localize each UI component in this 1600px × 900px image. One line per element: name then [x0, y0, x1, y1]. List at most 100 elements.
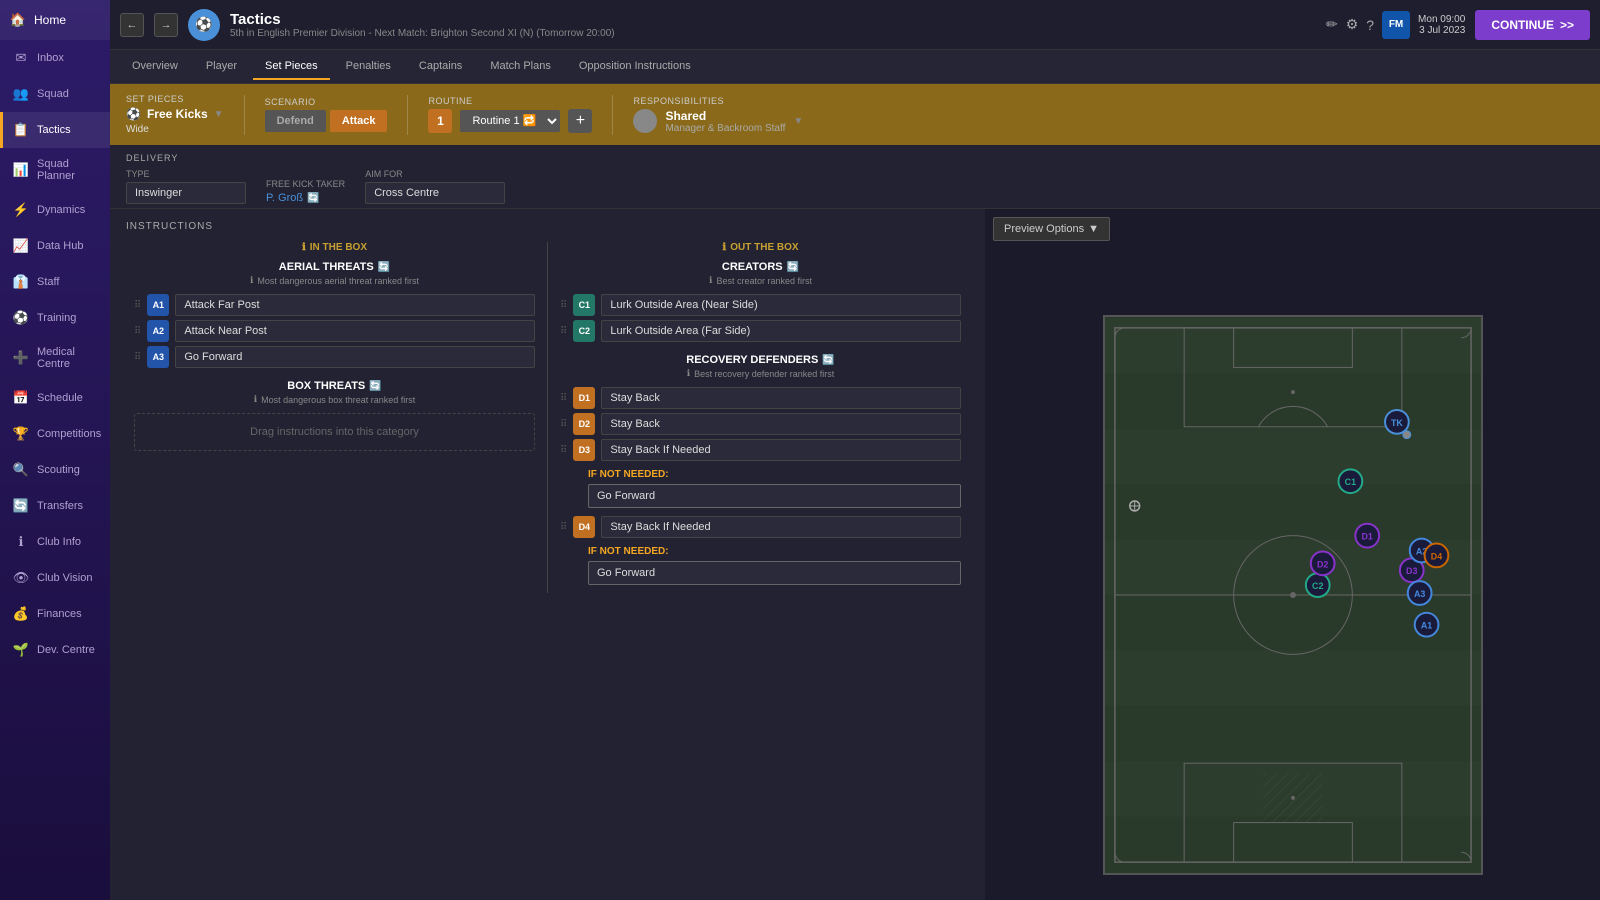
help-icon[interactable]: ⚙ [1346, 16, 1359, 33]
sidebar-item-club-vision[interactable]: 👁 Club Vision [0, 560, 110, 596]
scenario-attack-button[interactable]: Attack [330, 110, 388, 132]
info-icon[interactable]: ? [1366, 17, 1374, 33]
sidebar-staff-label: Staff [37, 276, 59, 288]
datetime-display: Mon 09:00 3 Jul 2023 [1418, 14, 1465, 36]
aerial-select-a2[interactable]: Attack Near Post [175, 320, 535, 342]
drag-handle-d3[interactable]: ⠿ [560, 445, 567, 456]
delivery-type-field: TYPE Inswinger [126, 169, 246, 204]
drag-handle-d2[interactable]: ⠿ [560, 419, 567, 430]
nav-back-button[interactable]: ← [120, 13, 144, 37]
tab-set-pieces[interactable]: Set Pieces [253, 54, 330, 80]
delivery-taker-value: P. Groß 🔄 [266, 192, 345, 204]
aerial-select-a1[interactable]: Attack Far Post [175, 294, 535, 316]
sidebar-dev-centre-label: Dev. Centre [37, 644, 95, 656]
sidebar-transfers-label: Transfers [37, 500, 83, 512]
sidebar-item-transfers[interactable]: 🔄 Transfers [0, 488, 110, 524]
drag-handle-d1[interactable]: ⠿ [560, 393, 567, 404]
sidebar-item-data-hub[interactable]: 📈 Data Hub [0, 228, 110, 264]
responsibilities-sub: Manager & Backroom Staff [665, 123, 785, 134]
sidebar-item-staff[interactable]: 👔 Staff [0, 264, 110, 300]
sidebar-item-dynamics[interactable]: ⚡ Dynamics [0, 192, 110, 228]
sidebar-dynamics-label: Dynamics [37, 204, 85, 216]
delivery-type-select[interactable]: Inswinger [126, 182, 246, 204]
badge-c2: C2 [573, 320, 595, 342]
drag-handle-c2[interactable]: ⠿ [560, 326, 567, 337]
sidebar-item-competitions[interactable]: 🏆 Competitions [0, 416, 110, 452]
svg-text:TK: TK [1390, 418, 1402, 428]
aerial-select-a3[interactable]: Go Forward [175, 346, 535, 368]
fm-badge: FM [1382, 11, 1410, 39]
topbar-icons: ✏ ⚙ ? FM Mon 09:00 3 Jul 2023 [1326, 11, 1465, 39]
club-info-icon: ℹ [13, 534, 29, 550]
if-not-select-d3[interactable]: Go Forward [588, 484, 961, 508]
scenario-defend-button[interactable]: Defend [265, 110, 326, 132]
set-pieces-section: SET PIECES ⚽ Free Kicks ▼ Wide [126, 94, 224, 135]
drag-handle-a2[interactable]: ⠿ [134, 326, 141, 337]
if-not-select-d4[interactable]: Go Forward [588, 561, 961, 585]
refresh-icon[interactable]: 🔄 [307, 193, 319, 204]
free-kicks-chevron[interactable]: ▼ [214, 109, 224, 120]
sidebar-item-schedule[interactable]: 📅 Schedule [0, 380, 110, 416]
free-kick-icon: ⚽ [126, 107, 141, 121]
sidebar-item-training[interactable]: ⚽ Training [0, 300, 110, 336]
out-box-header: ℹ OUT THE BOX [560, 242, 961, 253]
recovery-subtitle: ℹ Best recovery defender ranked first [560, 368, 961, 379]
creator-select-c2[interactable]: Lurk Outside Area (Far Side) [601, 320, 961, 342]
recovery-select-d4[interactable]: Stay Back If Needed [601, 516, 961, 538]
routine-select[interactable]: Routine 1 🔁 [460, 110, 560, 132]
svg-text:A1: A1 [1420, 621, 1431, 631]
responsibilities-row: Shared Manager & Backroom Staff ▼ [633, 109, 1584, 134]
sidebar-item-home[interactable]: 🏠 Home [0, 0, 110, 40]
tab-overview[interactable]: Overview [120, 54, 190, 80]
tab-opposition[interactable]: Opposition Instructions [567, 54, 703, 80]
svg-text:D2: D2 [1316, 559, 1327, 569]
sidebar-competitions-label: Competitions [37, 428, 101, 440]
recovery-select-d2[interactable]: Stay Back [601, 413, 961, 435]
content-area: INSTRUCTIONS ℹ IN THE BOX AERIAL THREATS… [110, 209, 1600, 900]
sidebar-item-finances[interactable]: 💰 Finances [0, 596, 110, 632]
edit-icon[interactable]: ✏ [1326, 16, 1338, 33]
add-routine-button[interactable]: + [568, 109, 592, 133]
preview-options-button[interactable]: Preview Options ▼ [993, 217, 1110, 241]
responsibilities-chevron[interactable]: ▼ [793, 116, 803, 127]
recovery-row-d1: ⠿ D1 Stay Back [560, 387, 961, 409]
recovery-refresh-icon[interactable]: 🔄 [822, 355, 834, 366]
delivery-type-label: TYPE [126, 169, 246, 179]
pitch-container: TK C1 C2 D1 D2 D3 [985, 249, 1600, 900]
continue-button[interactable]: CONTINUE >> [1475, 10, 1590, 40]
tab-player[interactable]: Player [194, 54, 249, 80]
svg-text:D4: D4 [1430, 551, 1441, 561]
sidebar-item-squad[interactable]: 👥 Squad [0, 76, 110, 112]
aerial-row-a3: ⠿ A3 Go Forward [134, 346, 535, 368]
delivery-title: DELIVERY [126, 153, 1584, 163]
sidebar-item-scouting[interactable]: 🔍 Scouting [0, 452, 110, 488]
delivery-row: TYPE Inswinger FREE KICK TAKER P. Groß 🔄… [126, 169, 1584, 204]
sidebar-item-tactics[interactable]: 📋 Tactics [0, 112, 110, 148]
drag-handle-a3[interactable]: ⠿ [134, 352, 141, 363]
aerial-refresh-icon[interactable]: 🔄 [378, 262, 390, 273]
tab-captains[interactable]: Captains [407, 54, 474, 80]
routine-number: 1 [428, 109, 452, 133]
squad-icon: 👥 [13, 86, 29, 102]
drag-handle-a1[interactable]: ⠿ [134, 300, 141, 311]
recovery-select-d3[interactable]: Stay Back If Needed [601, 439, 961, 461]
creator-select-c1[interactable]: Lurk Outside Area (Near Side) [601, 294, 961, 316]
creators-refresh-icon[interactable]: 🔄 [787, 262, 799, 273]
sidebar-item-dev-centre[interactable]: 🌱 Dev. Centre [0, 632, 110, 668]
home-icon: 🏠 [10, 12, 26, 28]
delivery-aim-select[interactable]: Cross Centre [365, 182, 505, 204]
badge-a2: A2 [147, 320, 169, 342]
tab-match-plans[interactable]: Match Plans [478, 54, 563, 80]
tab-penalties[interactable]: Penalties [334, 54, 403, 80]
box-threats-refresh-icon[interactable]: 🔄 [369, 381, 381, 392]
sidebar-item-medical[interactable]: ➕ Medical Centre [0, 336, 110, 380]
drag-handle-d4[interactable]: ⠿ [560, 522, 567, 533]
sidebar-home-label: Home [34, 13, 66, 27]
nav-forward-button[interactable]: → [154, 13, 178, 37]
recovery-select-d1[interactable]: Stay Back [601, 387, 961, 409]
staff-icon: 👔 [13, 274, 29, 290]
sidebar-item-squad-planner[interactable]: 📊 Squad Planner [0, 148, 110, 192]
drag-handle-c1[interactable]: ⠿ [560, 300, 567, 311]
sidebar-item-inbox[interactable]: ✉ Inbox [0, 40, 110, 76]
sidebar-item-club-info[interactable]: ℹ Club Info [0, 524, 110, 560]
